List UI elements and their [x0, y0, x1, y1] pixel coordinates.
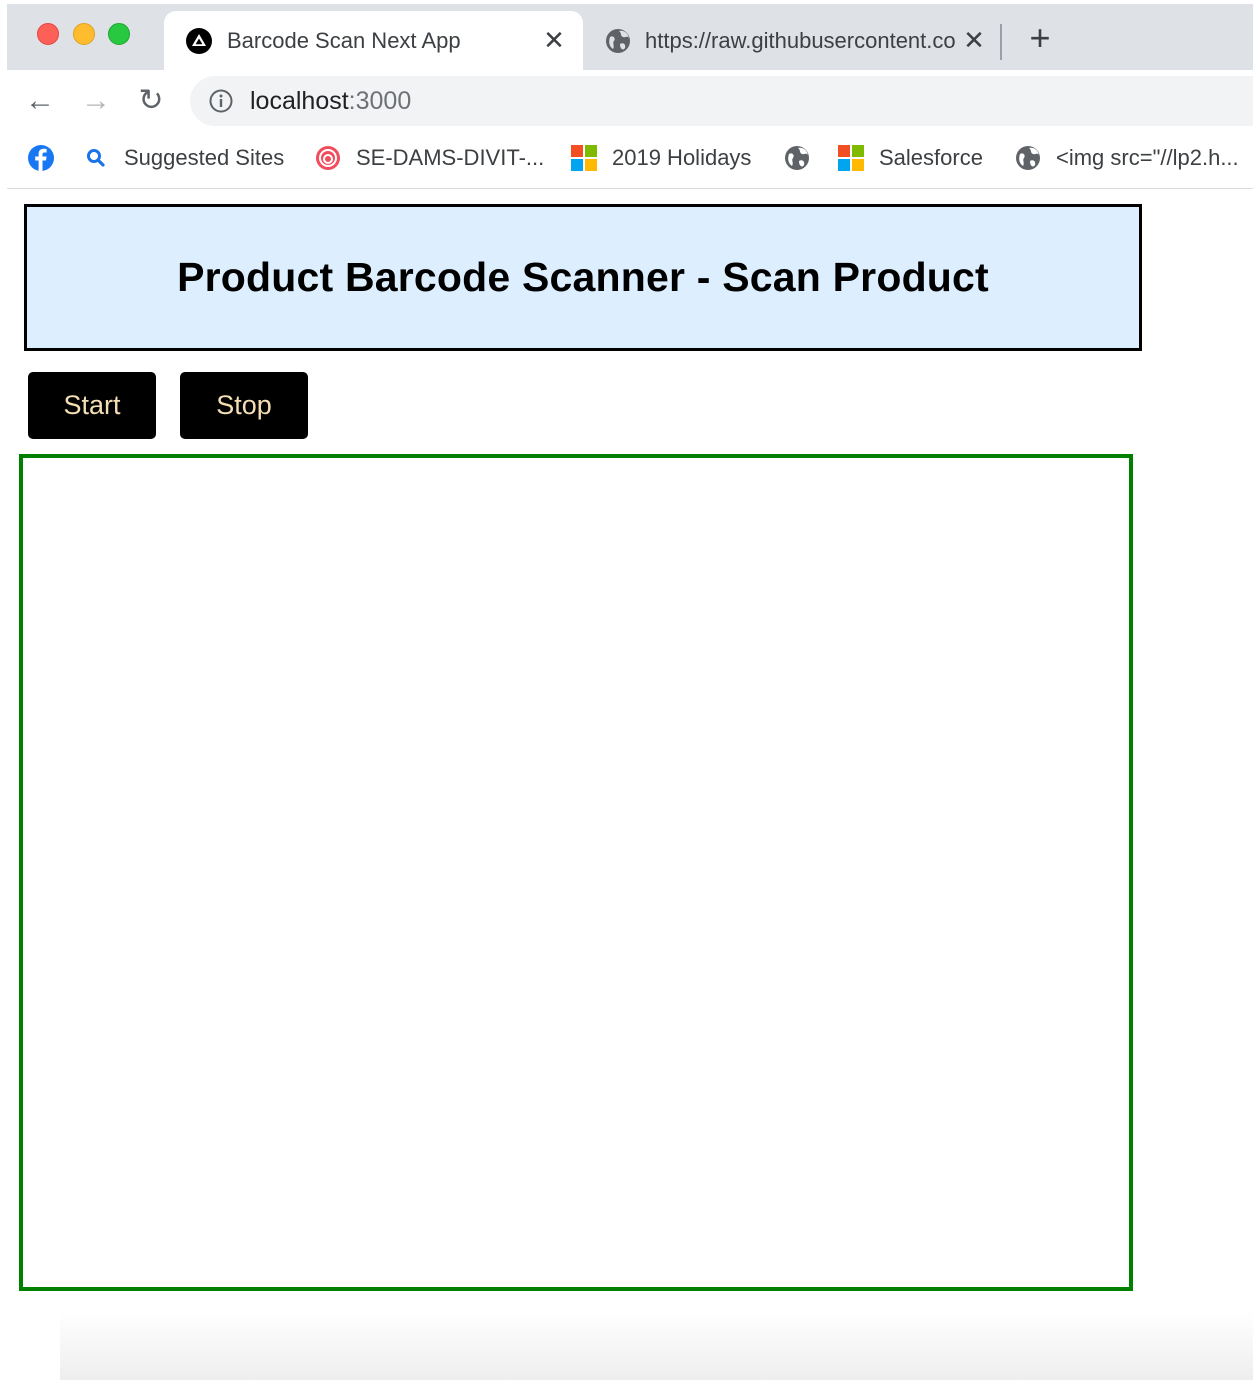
microsoft-icon	[838, 145, 864, 171]
new-tab-button[interactable]: +	[1023, 20, 1057, 56]
bookmark-label: Suggested Sites	[124, 145, 285, 170]
url-port: :3000	[348, 87, 412, 115]
window-shadow	[60, 1312, 1253, 1380]
bookmark-facebook[interactable]	[27, 142, 55, 174]
microsoft-icon	[571, 145, 597, 171]
facebook-icon	[28, 145, 54, 171]
url-text[interactable]: localhost:3000	[250, 87, 411, 115]
maximize-window-button[interactable]	[108, 23, 130, 45]
minimize-window-button[interactable]	[73, 23, 95, 45]
browser-window: Barcode Scan Next App ✕ https://raw.gith…	[7, 4, 1253, 190]
globe-icon	[1016, 146, 1040, 170]
browser-toolbar: ← → ↻ localhost:3000	[7, 70, 1253, 132]
tab-title: https://raw.githubusercontent.com	[645, 28, 957, 53]
bookmark-2019-holidays[interactable]: 2019 Holidays	[570, 142, 751, 174]
start-button[interactable]: Start	[28, 372, 156, 439]
globe-icon	[606, 29, 630, 53]
search-icon	[87, 149, 105, 167]
page-title: Product Barcode Scanner - Scan Product	[177, 254, 989, 300]
bookmark-img-src[interactable]: <img src="//lp2.h...	[1014, 142, 1239, 174]
tab-barcode-scan[interactable]: Barcode Scan Next App ✕	[164, 11, 583, 70]
address-bar[interactable]: localhost:3000	[190, 76, 1253, 126]
bookmarks-bar: Suggested Sites SE-DAMS-DIVIT-... 2019 H…	[7, 132, 1253, 189]
reload-icon[interactable]: ↻	[134, 84, 168, 118]
page-header-banner: Product Barcode Scanner - Scan Product	[24, 204, 1142, 351]
nextjs-triangle-icon	[186, 28, 212, 54]
bookmark-label: Salesforce	[879, 145, 983, 170]
close-window-button[interactable]	[37, 23, 59, 45]
close-tab-icon[interactable]: ✕	[959, 25, 989, 55]
bookmark-se-dams-divit[interactable]: SE-DAMS-DIVIT-...	[314, 142, 544, 174]
bookmark-label: SE-DAMS-DIVIT-...	[356, 145, 545, 170]
bookmark-label: 2019 Holidays	[612, 145, 752, 170]
url-host: localhost	[250, 87, 349, 115]
bookmark-globe[interactable]	[783, 142, 811, 174]
bookmark-label: <img src="//lp2.h...	[1056, 145, 1239, 170]
close-tab-icon[interactable]: ✕	[539, 25, 569, 55]
info-icon[interactable]	[208, 88, 234, 114]
tab-strip: Barcode Scan Next App ✕ https://raw.gith…	[7, 4, 1253, 70]
tab-raw-github[interactable]: https://raw.githubusercontent.com ✕	[592, 11, 992, 70]
tab-title: Barcode Scan Next App	[227, 28, 461, 53]
stop-button[interactable]: Stop	[180, 372, 308, 439]
red-circle-icon	[316, 146, 340, 170]
tab-divider	[1000, 24, 1002, 60]
globe-icon	[785, 146, 809, 170]
bookmark-salesforce[interactable]: Salesforce	[837, 142, 983, 174]
back-arrow-icon[interactable]: ←	[23, 84, 57, 118]
forward-arrow-icon[interactable]: →	[79, 84, 113, 118]
bookmark-suggested-sites[interactable]: Suggested Sites	[82, 142, 284, 174]
scanner-viewport	[19, 454, 1133, 1291]
